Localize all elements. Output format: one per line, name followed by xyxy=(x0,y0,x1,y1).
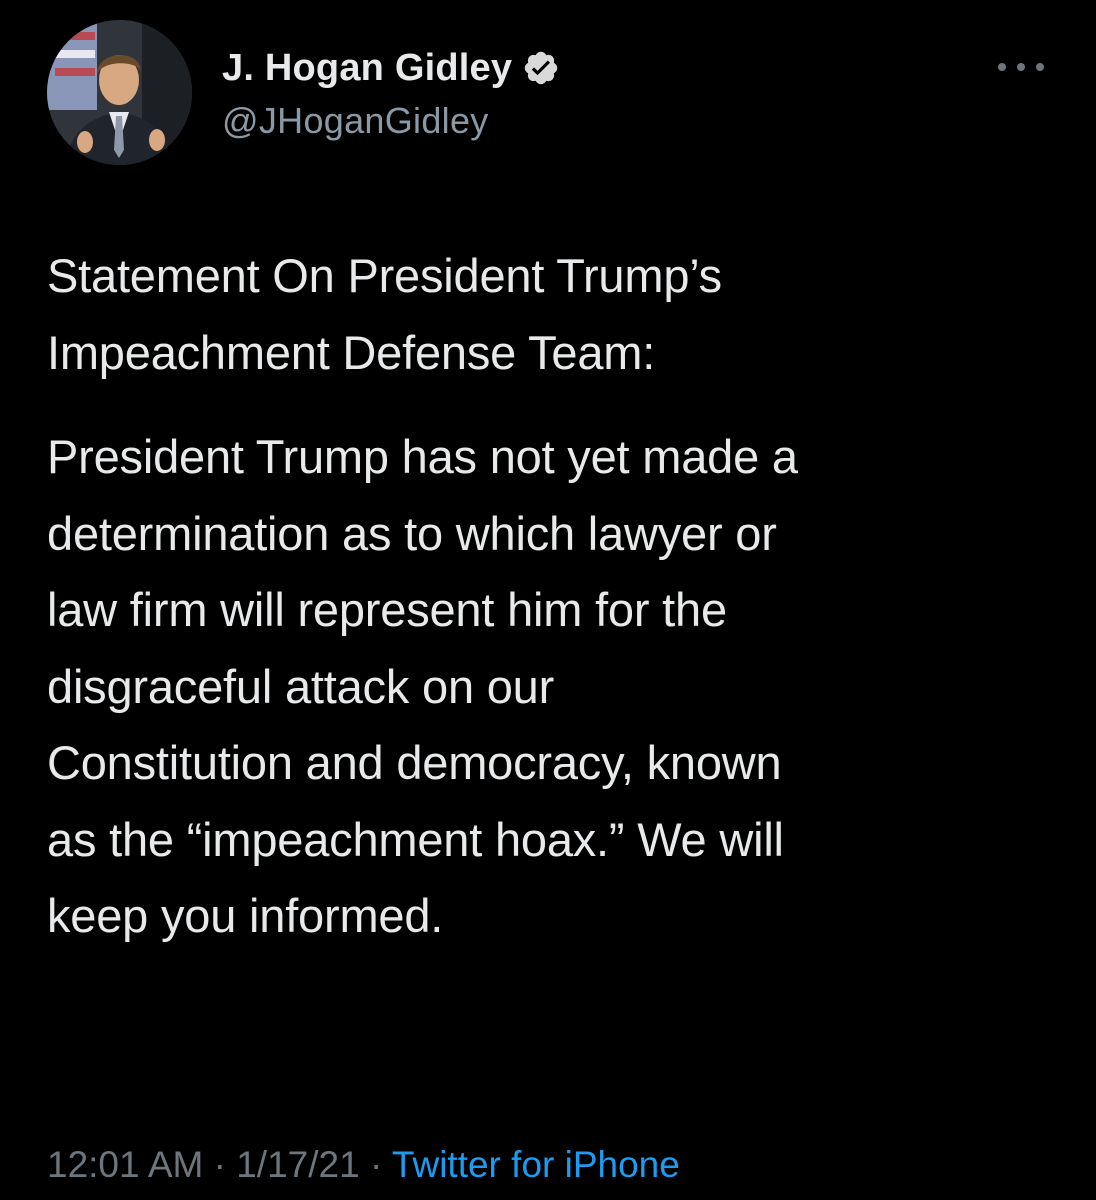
tweet-source-link[interactable]: Twitter for iPhone xyxy=(392,1144,680,1185)
avatar-photo xyxy=(47,20,192,165)
more-dot xyxy=(998,63,1006,71)
tweet: J. Hogan Gidley @JHoganGidley Statement … xyxy=(0,0,1096,1200)
tweet-paragraph: Statement On President Trump’s Impeachme… xyxy=(47,249,722,379)
more-options-icon[interactable] xyxy=(998,52,1044,82)
author-info[interactable]: J. Hogan Gidley @JHoganGidley xyxy=(222,44,560,142)
meta-separator: · xyxy=(369,1144,383,1185)
more-dot xyxy=(1017,63,1025,71)
display-name-row: J. Hogan Gidley xyxy=(222,44,560,92)
display-name[interactable]: J. Hogan Gidley xyxy=(222,47,512,90)
avatar[interactable] xyxy=(47,20,192,165)
handle[interactable]: @JHoganGidley xyxy=(222,100,560,142)
tweet-date[interactable]: 1/17/21 xyxy=(236,1144,359,1185)
meta-separator: · xyxy=(213,1144,226,1185)
verified-badge-icon xyxy=(522,49,560,87)
tweet-meta: 12:01 AM · 1/17/21 · Twitter for iPhone xyxy=(47,1140,680,1190)
more-dot xyxy=(1036,63,1044,71)
tweet-paragraph: President Trump has not yet made a deter… xyxy=(47,430,798,942)
tweet-text: Statement On President Trump’s Impeachme… xyxy=(47,238,1057,955)
tweet-time[interactable]: 12:01 AM xyxy=(47,1144,203,1185)
